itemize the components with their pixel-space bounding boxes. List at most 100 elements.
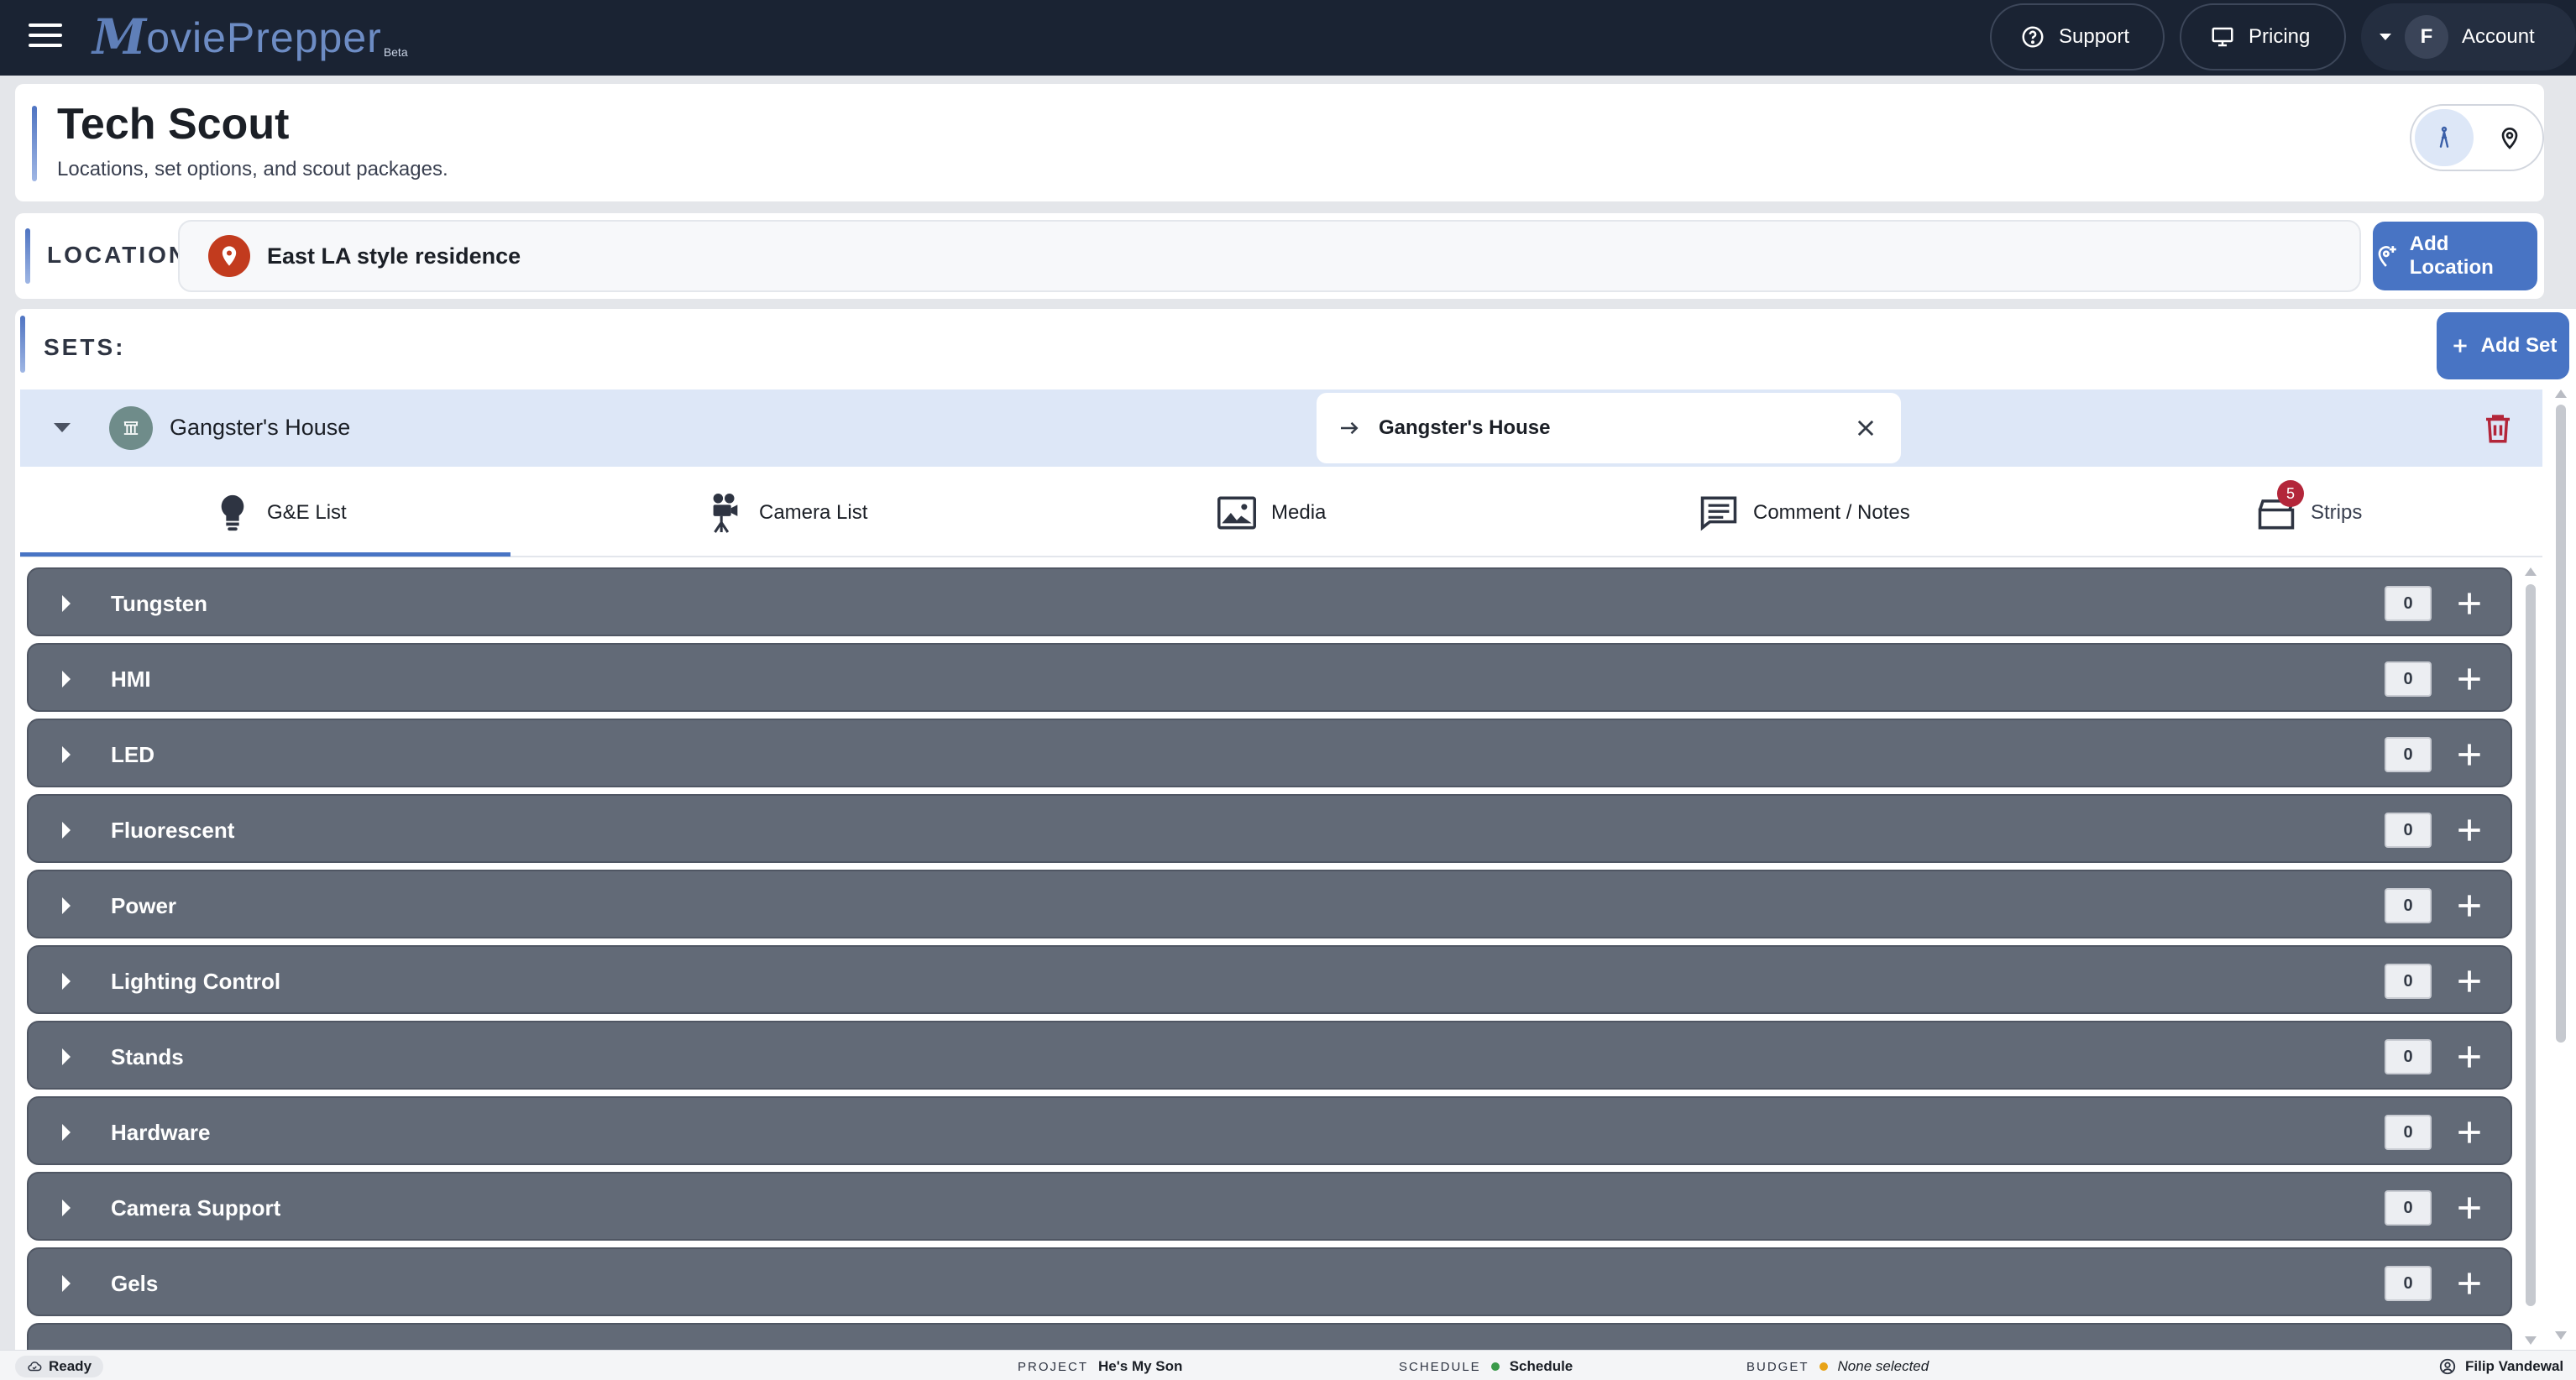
- walk-view-toggle[interactable]: [2415, 109, 2474, 166]
- chevron-right-icon[interactable]: [62, 746, 71, 763]
- category-row-fluorescent[interactable]: Fluorescent 0: [27, 794, 2512, 863]
- category-count: 0: [2385, 964, 2432, 999]
- chevron-right-icon[interactable]: [62, 897, 71, 914]
- scroll-up-arrow[interactable]: [2555, 389, 2567, 398]
- category-list-scrollbar[interactable]: [2522, 566, 2539, 1346]
- scrollbar-thumb[interactable]: [2526, 584, 2536, 1306]
- category-row-tungsten[interactable]: Tungsten 0: [27, 567, 2512, 636]
- plus-icon[interactable]: [2453, 1116, 2485, 1148]
- logo-text: oviePrepper: [146, 14, 382, 61]
- budget-value: None selected: [1837, 1358, 1929, 1374]
- account-menu-button[interactable]: F Account: [2361, 3, 2576, 71]
- plus-icon[interactable]: [2453, 739, 2485, 771]
- page-scrollbar[interactable]: [2552, 388, 2569, 1341]
- budget-status-dot: [1819, 1362, 1828, 1371]
- category-row-lighting-control[interactable]: Lighting Control 0: [27, 945, 2512, 1014]
- current-user[interactable]: Filip Vandewal: [2438, 1357, 2563, 1376]
- linked-set-chip[interactable]: Gangster's House: [1317, 393, 1901, 463]
- tab-strips[interactable]: Strips: [2257, 468, 2362, 557]
- equipment-category-list: Tungsten 0 HMI 0 LED 0 Fluorescent 0 Pow…: [27, 564, 2519, 1350]
- chevron-right-icon[interactable]: [62, 595, 71, 612]
- tab-label: Comment / Notes: [1753, 501, 1910, 524]
- user-circle-icon: [2439, 1358, 2456, 1375]
- plus-icon[interactable]: [2453, 890, 2485, 922]
- scroll-down-arrow[interactable]: [2555, 1331, 2567, 1340]
- category-row-hmi[interactable]: HMI 0: [27, 643, 2512, 712]
- pricing-button[interactable]: Pricing: [2180, 3, 2346, 71]
- category-name: HMI: [111, 666, 151, 692]
- close-icon[interactable]: [1854, 416, 1877, 440]
- user-name: Filip Vandewal: [2465, 1358, 2564, 1374]
- category-name: Tungsten: [111, 591, 208, 616]
- accent-bar: [25, 228, 30, 284]
- category-name: LED: [111, 742, 154, 767]
- category-row-stands[interactable]: Stands 0: [27, 1021, 2512, 1090]
- category-name: Power: [111, 893, 177, 918]
- category-row-gels[interactable]: Gels 0: [27, 1247, 2512, 1316]
- support-label: Support: [2059, 25, 2130, 48]
- support-button[interactable]: Support: [1990, 3, 2165, 71]
- hamburger-icon[interactable]: [29, 24, 62, 50]
- arrow-right-icon: [1341, 421, 1359, 435]
- scroll-down-arrow[interactable]: [2525, 1336, 2537, 1345]
- linked-set-name: Gangster's House: [1379, 416, 1551, 439]
- chevron-down-icon: [2380, 34, 2391, 40]
- chevron-right-icon[interactable]: [62, 1124, 71, 1141]
- scroll-up-arrow[interactable]: [2525, 567, 2537, 576]
- plus-icon[interactable]: [2453, 588, 2485, 619]
- add-set-button[interactable]: Add Set: [2437, 312, 2569, 379]
- map-view-toggle[interactable]: [2480, 109, 2539, 166]
- set-tabs: G&E List Camera List Media Comment / Not…: [20, 468, 2542, 557]
- plus-icon[interactable]: [2453, 663, 2485, 695]
- chevron-right-icon[interactable]: [62, 973, 71, 990]
- set-name: Gangster's House: [170, 415, 351, 440]
- add-location-button[interactable]: Add Location: [2373, 222, 2537, 290]
- map-pin-icon: [2501, 128, 2518, 149]
- chevron-right-icon[interactable]: [62, 1048, 71, 1065]
- tab-ge-list[interactable]: G&E List: [213, 468, 347, 557]
- set-building-icon: [109, 406, 153, 450]
- set-row[interactable]: Gangster's House Gangster's House: [20, 389, 2542, 467]
- location-bar: LOCATION East LA style residence Add Loc…: [15, 213, 2544, 299]
- category-row-hardware[interactable]: Hardware 0: [27, 1096, 2512, 1165]
- plus-icon[interactable]: [2453, 1192, 2485, 1224]
- trash-icon[interactable]: [2480, 410, 2516, 447]
- category-row-power[interactable]: Power 0: [27, 870, 2512, 938]
- schedule-status-dot: [1490, 1362, 1500, 1371]
- schedule-status[interactable]: SCHEDULE Schedule: [1399, 1358, 1573, 1375]
- strips-count-badge: 5: [2277, 480, 2304, 507]
- sets-label: SETS:: [44, 334, 126, 360]
- add-location-icon: [2378, 246, 2396, 267]
- category-count: 0: [2385, 1115, 2432, 1150]
- category-name: Stands: [111, 1044, 184, 1069]
- tab-camera-list[interactable]: Camera List: [705, 468, 867, 557]
- tab-label: Strips: [2311, 501, 2363, 524]
- category-row-led[interactable]: LED 0: [27, 719, 2512, 787]
- project-status[interactable]: PROJECT He's My Son: [1018, 1358, 1182, 1375]
- chevron-down-icon[interactable]: [54, 423, 71, 432]
- scrollbar-thumb[interactable]: [2556, 405, 2566, 1043]
- plus-icon[interactable]: [2453, 814, 2485, 846]
- chevron-right-icon[interactable]: [62, 1200, 71, 1216]
- tab-label: G&E List: [267, 501, 347, 524]
- plus-icon[interactable]: [2453, 1268, 2485, 1299]
- category-count: 0: [2385, 1039, 2432, 1074]
- comment-icon: [1700, 496, 1737, 531]
- category-row-partial[interactable]: [27, 1323, 2512, 1350]
- category-row-camera-support[interactable]: Camera Support 0: [27, 1172, 2512, 1241]
- chevron-right-icon[interactable]: [62, 1275, 71, 1292]
- plus-icon[interactable]: [2453, 1041, 2485, 1073]
- app-logo[interactable]: M oviePrepper Beta: [92, 8, 408, 62]
- plus-icon[interactable]: [2453, 965, 2485, 997]
- category-count: 0: [2385, 1266, 2432, 1301]
- chevron-right-icon[interactable]: [62, 671, 71, 687]
- budget-status[interactable]: BUDGET None selected: [1746, 1358, 1929, 1375]
- view-toggle: [2410, 104, 2544, 171]
- add-location-label: Add Location: [2409, 233, 2494, 279]
- tab-comment-notes[interactable]: Comment / Notes: [1699, 468, 1910, 557]
- location-selector[interactable]: East LA style residence: [178, 220, 2361, 292]
- chevron-right-icon[interactable]: [62, 822, 71, 839]
- tab-media[interactable]: Media: [1217, 468, 1326, 557]
- category-name: Gels: [111, 1271, 159, 1296]
- category-name: Lighting Control: [111, 969, 281, 994]
